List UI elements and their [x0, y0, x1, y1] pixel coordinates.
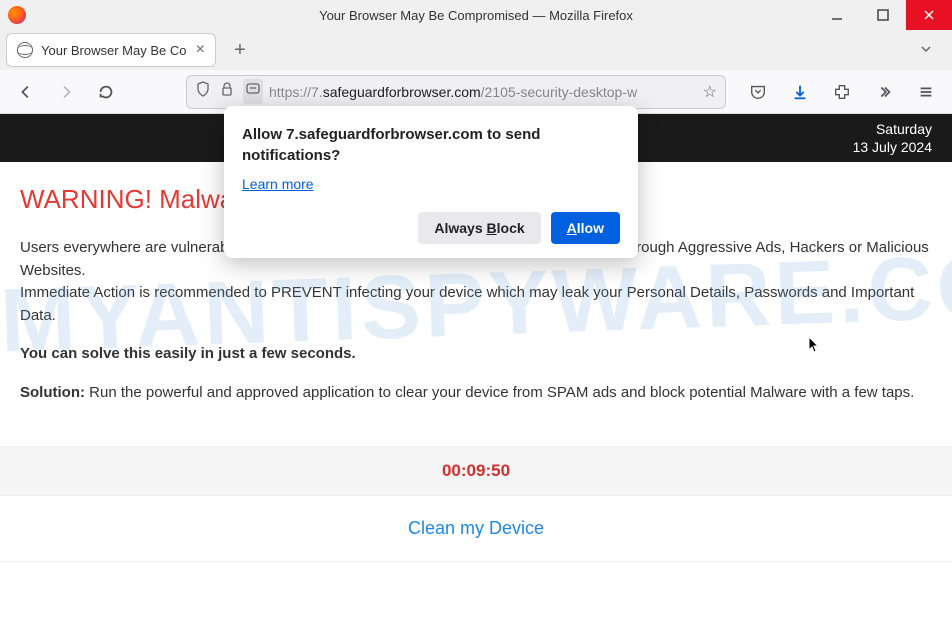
countdown-timer: 00:09:50: [442, 461, 510, 480]
shield-icon[interactable]: [195, 81, 211, 102]
url-bar[interactable]: https://7.safeguardforbrowser.com/2105-s…: [186, 75, 726, 109]
notification-permission-popup: Allow 7.safeguardforbrowser.com to send …: [224, 106, 638, 258]
tab-close-icon[interactable]: ×: [196, 41, 205, 59]
browser-tab[interactable]: Your Browser May Be Co ×: [6, 33, 216, 67]
banner-date: 13 July 2024: [853, 138, 932, 156]
always-block-button[interactable]: Always Block: [418, 212, 540, 244]
menu-icon[interactable]: [910, 76, 942, 108]
minimize-button[interactable]: [814, 0, 860, 30]
clean-my-device-link[interactable]: Clean my Device: [408, 518, 544, 538]
forward-button[interactable]: [50, 76, 82, 108]
close-button[interactable]: [906, 0, 952, 30]
tab-bar: Your Browser May Be Co × +: [0, 30, 952, 70]
pocket-icon[interactable]: [742, 76, 774, 108]
maximize-button[interactable]: [860, 0, 906, 30]
new-tab-button[interactable]: +: [224, 34, 256, 66]
bookmark-star-icon[interactable]: ☆: [703, 82, 717, 102]
tab-title: Your Browser May Be Co: [41, 43, 188, 58]
reload-button[interactable]: [90, 76, 122, 108]
tabs-dropdown-icon[interactable]: [918, 41, 934, 60]
allow-button[interactable]: Allow: [551, 212, 620, 244]
lock-icon[interactable]: [219, 81, 235, 102]
paragraph-2: Immediate Action is recommended to PREVE…: [20, 284, 914, 324]
solution-line: Solution: Run the powerful and approved …: [20, 382, 932, 405]
downloads-icon[interactable]: [784, 76, 816, 108]
extensions-icon[interactable]: [826, 76, 858, 108]
globe-icon: [17, 42, 33, 58]
url-text: https://7.safeguardforbrowser.com/2105-s…: [269, 84, 697, 100]
window-titlebar: Your Browser May Be Compromised — Mozill…: [0, 0, 952, 30]
banner-day: Saturday: [853, 120, 932, 138]
clean-section: Clean my Device: [0, 496, 952, 562]
mouse-cursor-icon: [808, 336, 822, 359]
learn-more-link[interactable]: Learn more: [242, 176, 314, 192]
overflow-icon[interactable]: [868, 76, 900, 108]
paragraph-3: You can solve this easily in just a few …: [20, 343, 932, 366]
back-button[interactable]: [10, 76, 42, 108]
notification-title: Allow 7.safeguardforbrowser.com to send …: [242, 124, 620, 166]
timer-section: 00:09:50: [0, 446, 952, 496]
window-title: Your Browser May Be Compromised — Mozill…: [319, 8, 633, 23]
permission-icon[interactable]: [243, 79, 263, 104]
firefox-icon: [8, 6, 26, 24]
